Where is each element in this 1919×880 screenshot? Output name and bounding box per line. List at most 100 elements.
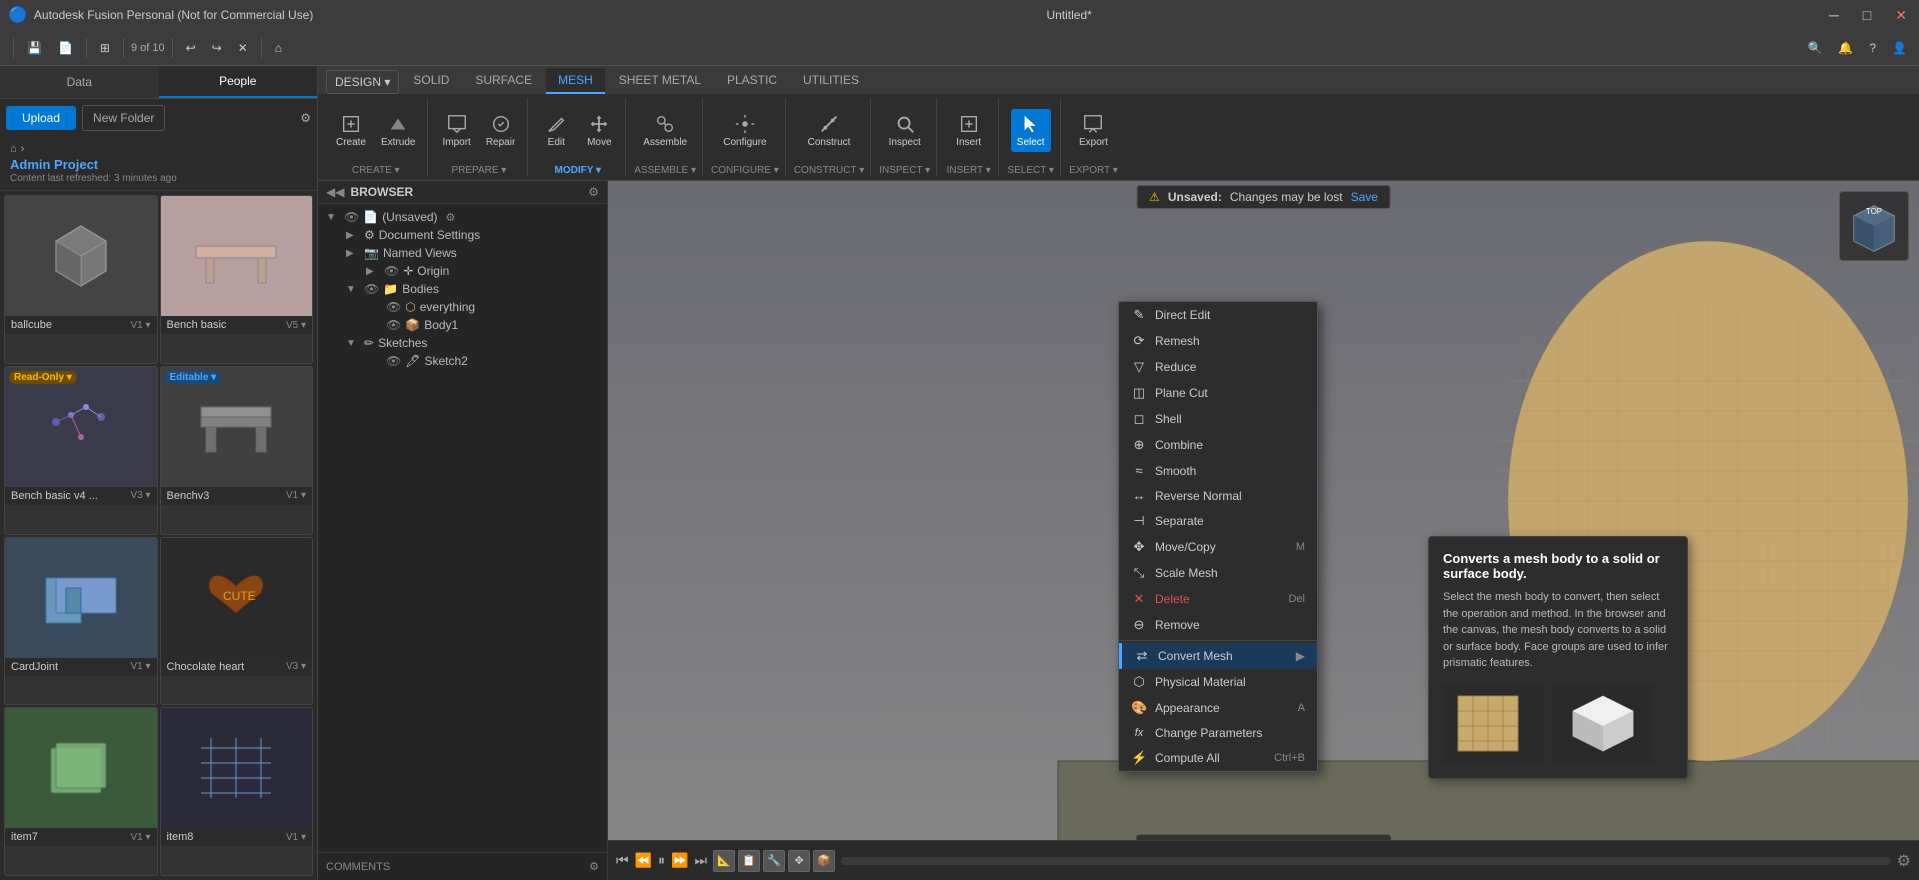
tab-surface[interactable]: SURFACE [463, 68, 544, 94]
tree-item-everything[interactable]: 👁 ⬡ everything [318, 298, 607, 316]
tab-people[interactable]: People [159, 66, 318, 98]
save-button[interactable]: 💾 [21, 38, 48, 58]
account-button[interactable]: 👤 [1886, 38, 1913, 58]
menu-item-scale-mesh[interactable]: ⤡ Scale Mesh [1119, 560, 1317, 586]
create-btn[interactable]: Create [330, 109, 372, 152]
timeline-play-btn[interactable]: ⏸ [658, 852, 665, 869]
menu-item-reverse-normal[interactable]: ↔ Reverse Normal [1119, 483, 1317, 508]
menu-item-convert-mesh[interactable]: ⇄ Convert Mesh ▶ [1119, 643, 1317, 669]
tree-item-unsaved[interactable]: ▼ 👁 📄 (Unsaved) ⚙ [318, 208, 607, 226]
timeline-next-btn[interactable]: ⏩ [671, 852, 688, 869]
menu-item-compute-all[interactable]: ⚡ Compute All Ctrl+B [1119, 745, 1317, 771]
viewport[interactable]: ⚠ Unsaved: Changes may be lost Save [608, 181, 1919, 880]
eye-icon[interactable]: 👁 [364, 282, 379, 296]
close-tab-button[interactable]: ✕ [232, 38, 254, 58]
redo-button[interactable]: ↪ [206, 38, 228, 58]
menu-item-smooth[interactable]: ≈ Smooth [1119, 458, 1317, 483]
design-button[interactable]: DESIGN ▾ [326, 70, 399, 94]
new-folder-button[interactable]: New Folder [82, 105, 165, 131]
menu-item-reduce[interactable]: ▽ Reduce [1119, 354, 1317, 380]
list-item[interactable]: CUTE Chocolate heart V3 ▾ [160, 537, 314, 706]
tree-item-named-views[interactable]: ▶ 📷 Named Views [318, 244, 607, 262]
menu-item-delete[interactable]: ✕ Delete Del [1119, 586, 1317, 612]
tree-item-document-settings[interactable]: ▶ ⚙ Document Settings [318, 226, 607, 244]
upload-button[interactable]: Upload [6, 106, 76, 130]
help-button[interactable]: ? [1863, 38, 1882, 58]
timeline-icon-3[interactable]: 🔧 [763, 850, 785, 872]
list-item[interactable]: ballcube V1 ▾ [4, 195, 158, 364]
tab-data[interactable]: Data [0, 66, 159, 98]
timeline-prev-btn[interactable]: ⏪ [635, 852, 652, 869]
select-btn[interactable]: Select [1011, 109, 1051, 152]
timeline-track[interactable] [841, 857, 1891, 865]
eye-icon[interactable]: 👁 [386, 354, 401, 368]
insert-btn[interactable]: Insert [949, 109, 989, 152]
minimize-btn[interactable]: ─ [1825, 7, 1843, 24]
list-item[interactable]: item7 V1 ▾ [4, 707, 158, 876]
assemble-btn[interactable]: Assemble [637, 109, 693, 152]
search-button[interactable]: 🔍 [1801, 38, 1828, 58]
tree-item-origin[interactable]: ▶ 👁 ✛ Origin [318, 262, 607, 280]
viewcube[interactable]: TOP [1839, 191, 1909, 261]
timeline-icon-1[interactable]: 📐 [713, 850, 735, 872]
timeline-icon-4[interactable]: ✥ [788, 850, 810, 872]
menu-item-remove[interactable]: ⊖ Remove [1119, 612, 1317, 638]
menu-item-physical-material[interactable]: ⬡ Physical Material [1119, 669, 1317, 695]
tab-plastic[interactable]: PLASTIC [715, 68, 789, 94]
repair-btn[interactable]: Repair [480, 109, 521, 152]
list-item[interactable]: CardJoint V1 ▾ [4, 537, 158, 706]
menu-item-separate[interactable]: ⊣ Separate [1119, 508, 1317, 534]
timeline-first-btn[interactable]: ⏮ [616, 852, 629, 869]
menu-item-direct-edit[interactable]: ✎ Direct Edit [1119, 302, 1317, 328]
grid-button[interactable]: ⊞ [94, 38, 116, 58]
tree-item-body1[interactable]: 👁 📦 Body1 [318, 316, 607, 334]
notification-button[interactable]: 🔔 [1832, 38, 1859, 58]
direct-edit-btn[interactable]: Edit [536, 109, 576, 152]
eye-icon[interactable]: 👁 [384, 264, 399, 278]
eye-icon[interactable]: 👁 [386, 300, 401, 314]
settings-icon[interactable]: ⚙ [446, 211, 456, 224]
settings-icon[interactable]: ⚙ [300, 111, 311, 125]
settings-gear-icon[interactable]: ⚙ [1897, 851, 1911, 871]
extrude-btn[interactable]: Extrude [375, 109, 421, 152]
import-btn[interactable]: Import [436, 109, 476, 152]
tree-item-sketches[interactable]: ▼ ✏ Sketches [318, 334, 607, 352]
home-breadcrumb[interactable]: ⌂ [10, 143, 17, 155]
timeline-last-btn[interactable]: ⏭ [694, 852, 707, 869]
timeline-icon-2[interactable]: 📋 [738, 850, 760, 872]
timeline-icon-5[interactable]: 📦 [813, 850, 835, 872]
menu-item-appearance[interactable]: 🎨 Appearance A [1119, 695, 1317, 721]
home-button[interactable]: ⌂ [269, 38, 288, 58]
browser-settings-icon[interactable]: ⚙ [588, 185, 599, 199]
menu-item-move-copy[interactable]: ✥ Move/Copy M [1119, 534, 1317, 560]
menu-item-shell[interactable]: ◻ Shell [1119, 406, 1317, 432]
list-item[interactable]: Bench basic V5 ▾ [160, 195, 314, 364]
tree-item-sketch2[interactable]: 👁 🖊 Sketch2 [318, 352, 607, 370]
eye-icon[interactable]: 👁 [386, 318, 401, 332]
new-button[interactable]: 📄 [52, 38, 79, 58]
comments-expand-btn[interactable]: ⚙ [589, 860, 599, 873]
tab-sheet-metal[interactable]: SHEET METAL [607, 68, 713, 94]
menu-item-change-parameters[interactable]: fx Change Parameters [1119, 721, 1317, 745]
menu-item-plane-cut[interactable]: ◫ Plane Cut [1119, 380, 1317, 406]
tab-solid[interactable]: SOLID [401, 68, 461, 94]
inspect-btn[interactable]: Inspect [883, 109, 927, 152]
collapse-browser-btn[interactable]: ◀◀ [326, 185, 344, 199]
list-item[interactable]: Editable ▾ Benchv3 V1 ▾ [160, 366, 314, 535]
list-item[interactable]: Read-Only ▾ Bench basic [4, 366, 158, 535]
save-changes-button[interactable]: Save [1351, 190, 1378, 204]
list-item[interactable]: item8 V1 ▾ [160, 707, 314, 876]
maximize-btn[interactable]: □ [1859, 7, 1875, 24]
move-btn[interactable]: Move [579, 109, 619, 152]
undo-button[interactable]: ↩ [180, 38, 202, 58]
tab-mesh[interactable]: MESH [546, 68, 605, 94]
close-btn[interactable]: ✕ [1891, 7, 1911, 24]
tab-utilities[interactable]: UTILITIES [791, 68, 871, 94]
menu-item-combine[interactable]: ⊕ Combine [1119, 432, 1317, 458]
eye-icon[interactable]: 👁 [344, 210, 359, 224]
menu-item-remesh[interactable]: ⟳ Remesh [1119, 328, 1317, 354]
tree-item-bodies[interactable]: ▼ 👁 📁 Bodies [318, 280, 607, 298]
configure-btn[interactable]: Configure [717, 109, 772, 152]
construct-btn[interactable]: Construct [802, 109, 857, 152]
export-btn[interactable]: Export [1073, 109, 1114, 152]
